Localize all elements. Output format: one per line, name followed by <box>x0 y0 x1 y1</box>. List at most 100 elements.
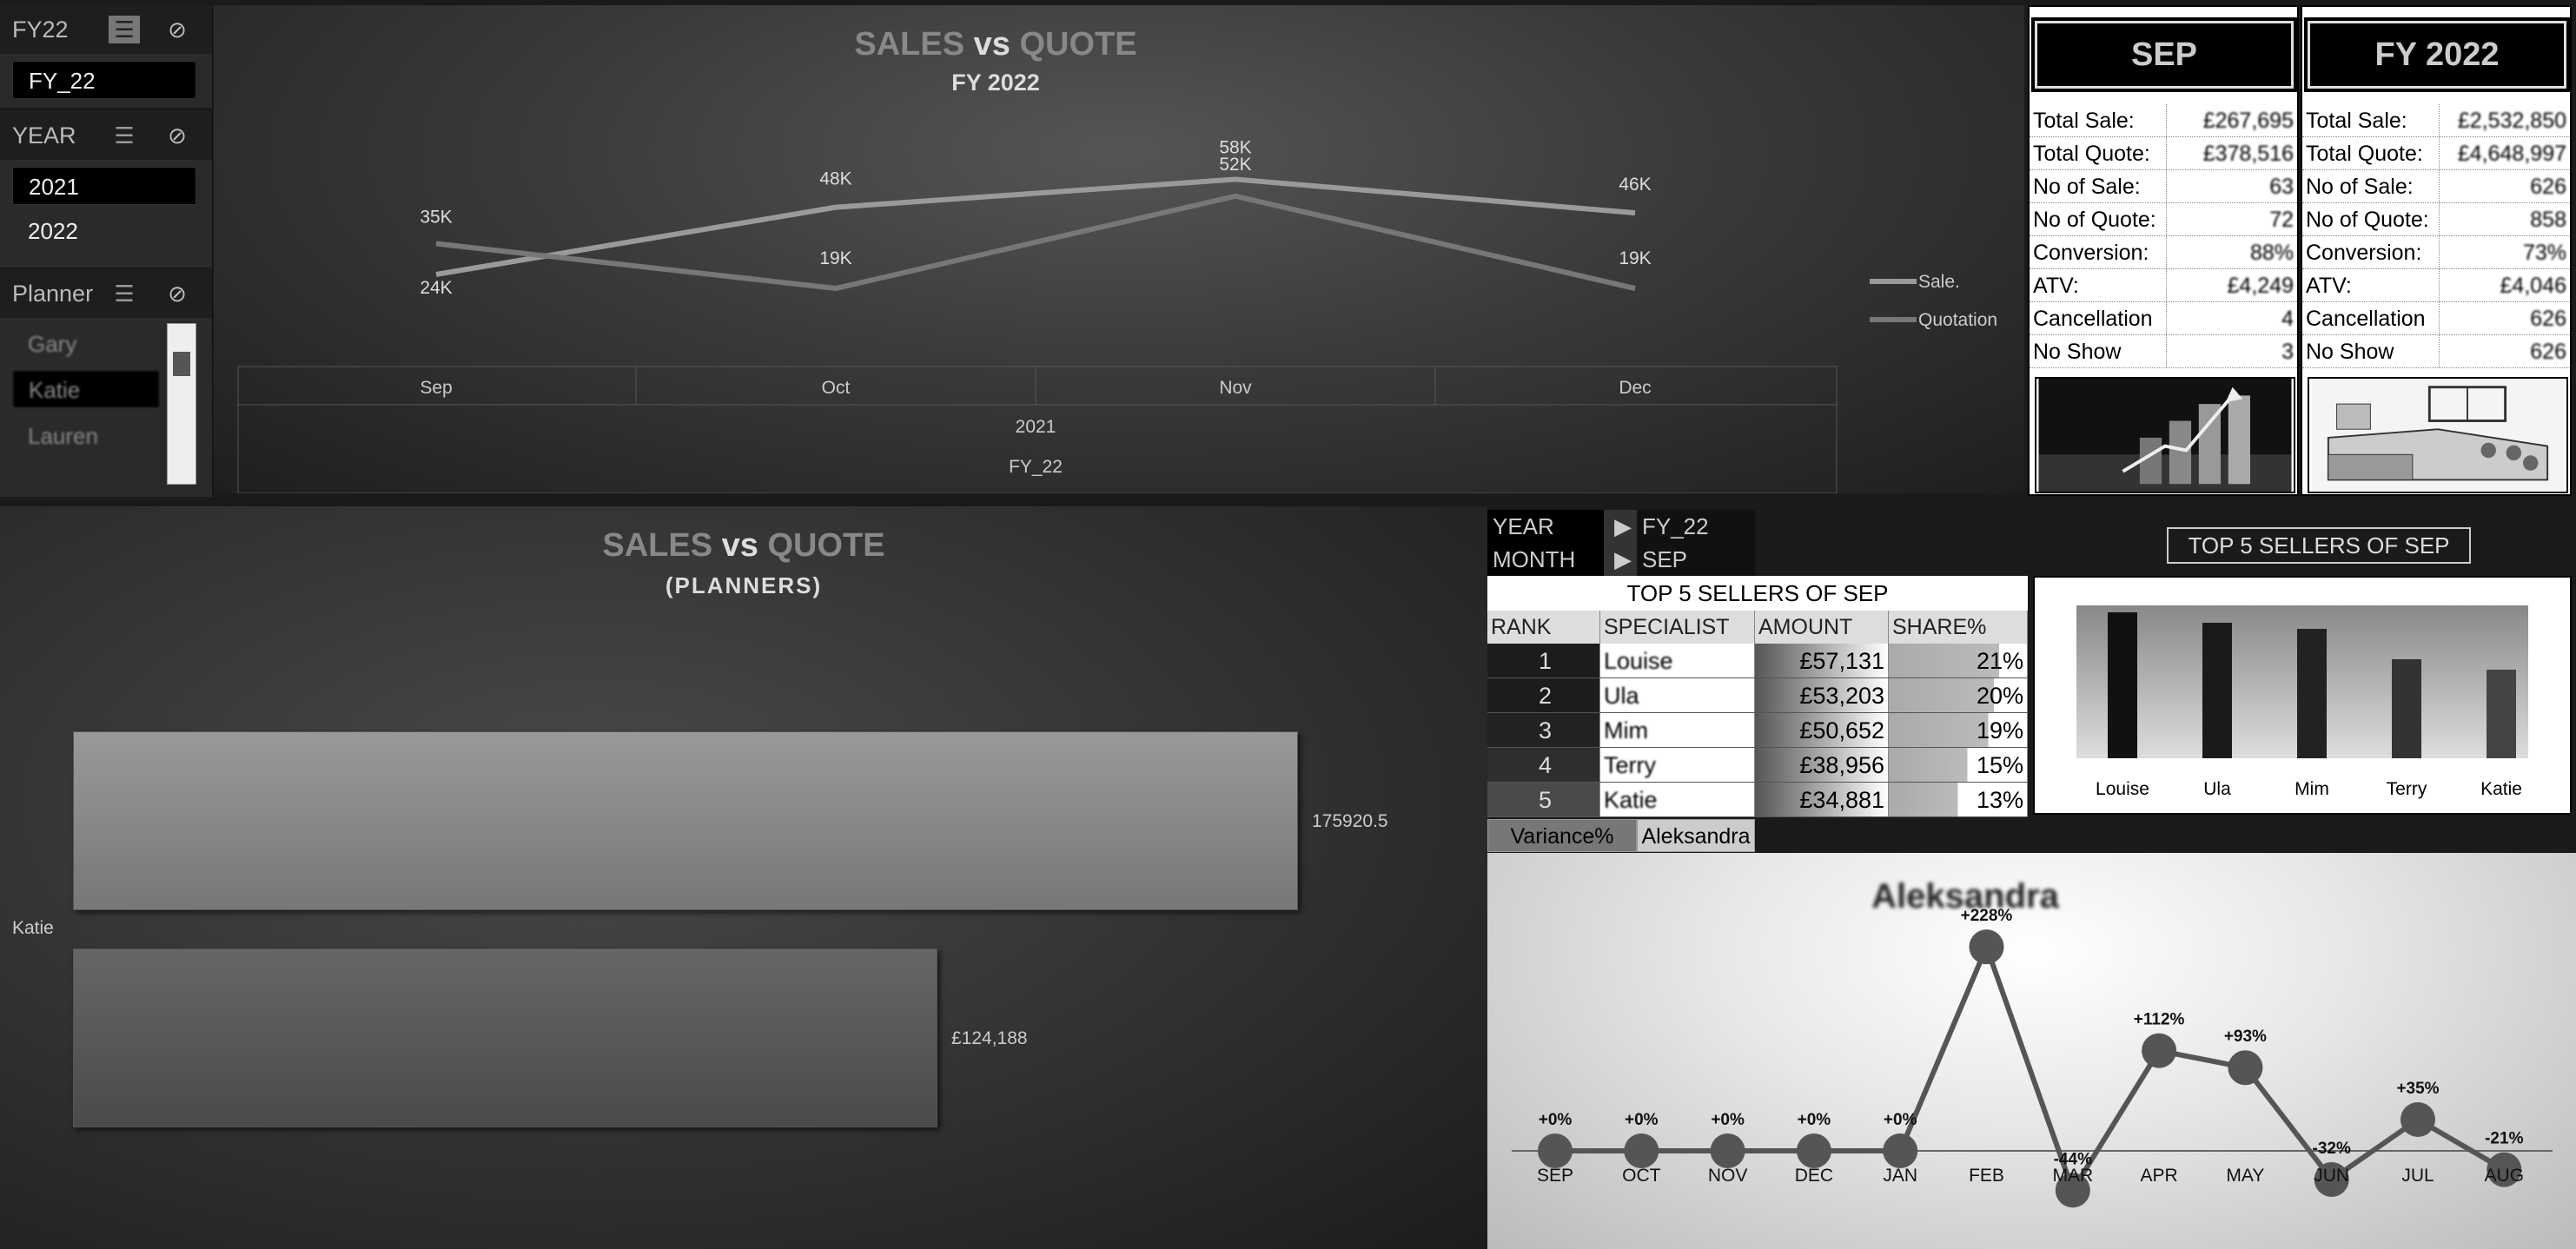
year-slicer-title: YEAR <box>12 122 76 149</box>
kpi-value: 626 <box>2530 307 2566 331</box>
kpi-label: Conversion: <box>2302 236 2440 268</box>
top5-table-body: 1 Louise £57,131 21% 2 Ula £53,203 20% 3 Mim £50,6… <box>1487 644 2028 817</box>
kpi-value: 63 <box>2269 175 2294 199</box>
top5-x-label: Ula <box>2203 779 2231 799</box>
variance-line-chart: +0%SEP+0%OCT+0%NOV+0%DEC+0%JAN+228%FEB-4… <box>1512 907 2553 1208</box>
table-row[interactable]: 5 Katie £34,881 13% <box>1487 783 2028 817</box>
kpi-label: No Show <box>2030 335 2167 367</box>
kpi-row: No Show 626 <box>2302 335 2570 368</box>
kpi-row: ATV: £4,249 <box>2030 269 2297 302</box>
x-tick-label: Dec <box>1619 378 1651 398</box>
table-row[interactable]: 4 Terry £38,956 15% <box>1487 748 2028 783</box>
year-filter-arrow[interactable]: ▶ <box>1604 510 1637 543</box>
year-slicer-item-2022[interactable]: 2022 <box>12 212 196 250</box>
year-slicer: YEAR ☰ ⊘ 2021 2022 <box>0 111 213 268</box>
kpi-row: Total Quote: £378,516 <box>2030 137 2297 170</box>
kpi-fy-table: Total Sale: £2,532,850 Total Quote: £4,648,… <box>2302 104 2570 368</box>
variance-x-label: DEC <box>1795 1166 1833 1186</box>
amount-cell: £34,881 <box>1755 783 1889 816</box>
variance-data-label: -21% <box>2485 1130 2523 1148</box>
kpi-row: ATV: £4,046 <box>2302 269 2570 302</box>
top5-table-title: TOP 5 SELLERS OF SEP <box>1487 576 2028 611</box>
variance-data-label: +0% <box>1539 1111 1573 1129</box>
top5-bar-louise <box>2108 612 2137 758</box>
data-label: 52K <box>1219 155 1251 175</box>
planner-slicer-header: Planner ☰ ⊘ <box>0 269 212 318</box>
variance-point <box>1624 1133 1659 1168</box>
col-specialist: SPECIALIST <box>1600 611 1755 644</box>
kpi-label: No of Sale: <box>2030 170 2167 202</box>
title-quote: QUOTE <box>767 527 885 564</box>
top5-chart-title: TOP 5 SELLERS OF SEP <box>2167 527 2471 564</box>
kpi-value: £2,532,850 <box>2457 109 2566 133</box>
fy-slicer-item[interactable]: FY_22 <box>12 61 196 99</box>
variance-data-label: -32% <box>2313 1140 2351 1158</box>
top5-x-label: Terry <box>2386 779 2427 799</box>
planner-slicer-item-lauren[interactable]: Lauren <box>12 417 160 455</box>
top5-table-header: RANK SPECIALIST AMOUNT SHARE% <box>1487 611 2028 644</box>
multi-select-icon[interactable]: ☰ <box>109 122 140 149</box>
planner-chart-title: SALES vs QUOTE <box>0 527 1487 565</box>
planner-slicer-item-katie[interactable]: Katie <box>12 370 160 408</box>
planner-chart-subtitle: (PLANNERS) <box>665 572 823 598</box>
amount-cell: £53,203 <box>1755 678 1889 712</box>
top5-bar-ula <box>2202 623 2232 758</box>
clear-filter-icon[interactable]: ⊘ <box>162 280 193 307</box>
kpi-value: 858 <box>2530 208 2566 232</box>
top5-bar-katie <box>2487 670 2516 758</box>
series-line-0 <box>435 176 1636 277</box>
amount-cell: £50,652 <box>1755 713 1889 747</box>
rank-cell: 5 <box>1487 783 1600 816</box>
clear-filter-icon[interactable]: ⊘ <box>162 122 193 149</box>
kpi-label: No of Quote: <box>2302 203 2440 235</box>
x-group-label-fy: FY_22 <box>1009 457 1063 477</box>
planner-bar-0 <box>73 731 1298 910</box>
month-filter-value[interactable]: SEP <box>1637 543 1755 576</box>
fy-slicer-title: FY22 <box>12 16 69 43</box>
kpi-row: No of Sale: 626 <box>2302 170 2570 203</box>
variance-x-label: FEB <box>1969 1166 2004 1186</box>
variance-x-label: AUG <box>2485 1166 2525 1186</box>
specialist-cell: Mim <box>1600 713 1755 747</box>
variance-name[interactable]: Aleksandra <box>1637 819 1755 852</box>
rank-cell: 3 <box>1487 713 1600 747</box>
kpi-row: Total Sale: £2,532,850 <box>2302 104 2570 137</box>
kpi-row: No of Sale: 63 <box>2030 170 2297 203</box>
variance-x-label: MAY <box>2226 1166 2264 1186</box>
variance-point <box>2228 1050 2263 1086</box>
x-tick-label: Sep <box>420 378 452 398</box>
variance-point <box>1883 1133 1918 1168</box>
kpi-sep-header: SEP <box>2031 17 2297 92</box>
planner-slicer-item-gary[interactable]: Gary <box>12 325 160 363</box>
top5-chart-header-bg: TOP 5 SELLERS OF SEP <box>2028 506 2576 576</box>
kpi-row: No of Quote: 72 <box>2030 203 2297 236</box>
kpi-row: No of Quote: 858 <box>2302 203 2570 236</box>
variance-label[interactable]: Variance% <box>1487 819 1637 852</box>
specialist-cell: Louise <box>1600 644 1755 677</box>
kitchen-image <box>2308 377 2568 493</box>
table-row[interactable]: 2 Ula £53,203 20% <box>1487 678 2028 713</box>
kpi-value: 626 <box>2530 340 2566 364</box>
kpi-value: 3 <box>2281 340 2294 364</box>
year-filter-value[interactable]: FY_22 <box>1637 510 1755 543</box>
table-row[interactable]: 1 Louise £57,131 21% <box>1487 644 2028 678</box>
multi-select-icon[interactable]: ☰ <box>109 280 140 307</box>
year-slicer-item-2021[interactable]: 2021 <box>12 167 196 205</box>
multi-select-icon[interactable]: ☰ <box>109 16 140 43</box>
rank-cell: 4 <box>1487 748 1600 782</box>
planner-slicer-scrollbar[interactable] <box>167 323 196 485</box>
col-rank: RANK <box>1487 611 1600 644</box>
month-filter-label: MONTH <box>1487 543 1604 576</box>
clear-filter-icon[interactable]: ⊘ <box>162 16 193 43</box>
table-row[interactable]: 3 Mim £50,652 19% <box>1487 713 2028 748</box>
scrollbar-thumb[interactable] <box>173 352 190 376</box>
variance-x-label: NOV <box>1708 1166 1748 1186</box>
kpi-value: £4,046 <box>2500 274 2566 298</box>
kpi-value: 4 <box>2281 307 2294 331</box>
data-label: 24K <box>420 278 452 298</box>
title-sales: SALES <box>602 527 713 564</box>
kpi-label: ATV: <box>2030 269 2167 301</box>
kpi-label: Conversion: <box>2030 236 2167 268</box>
month-filter-arrow[interactable]: ▶ <box>1604 543 1637 576</box>
variance-data-label: +0% <box>1884 1111 1917 1129</box>
